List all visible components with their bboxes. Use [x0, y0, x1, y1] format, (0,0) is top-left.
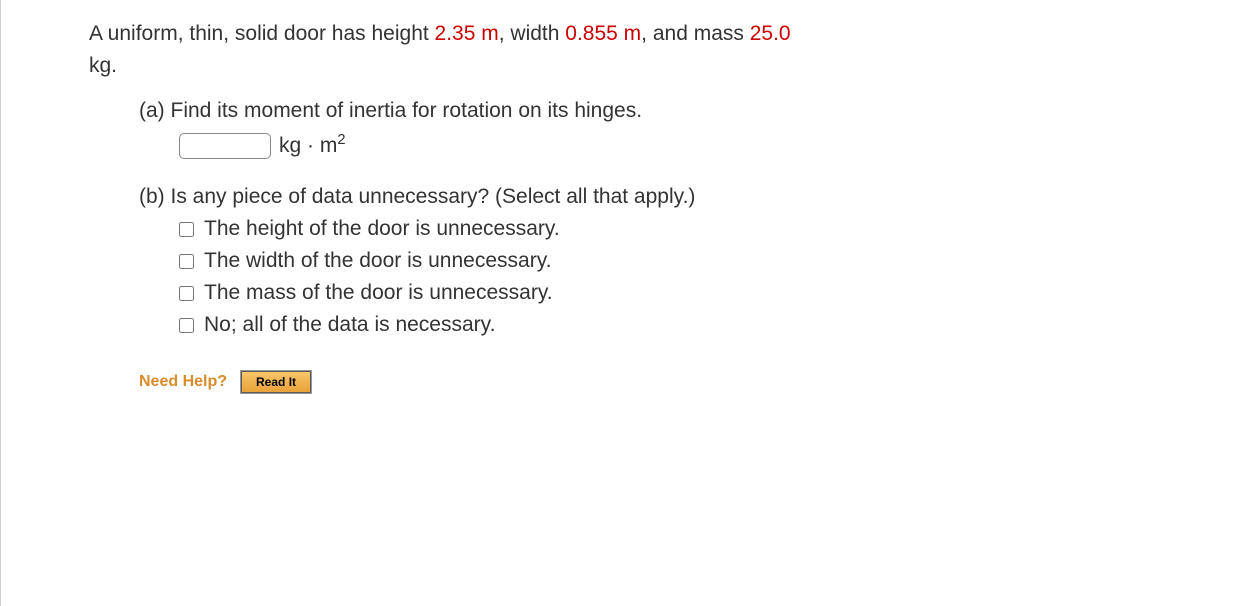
stem-text-2: , width	[499, 22, 566, 45]
part-a-unit: kg · m2	[279, 134, 346, 158]
option-label: No; all of the data is necessary.	[204, 313, 495, 337]
option-checkbox-none[interactable]	[179, 318, 194, 333]
option-row: The height of the door is unnecessary.	[175, 217, 1212, 241]
part-b-options: The height of the door is unnecessary. T…	[139, 217, 1212, 337]
option-checkbox-height[interactable]	[179, 222, 194, 237]
help-row: Need Help? Read It	[31, 371, 1212, 393]
stem-text-1: A uniform, thin, solid door has height	[89, 22, 435, 45]
part-a: (a) Find its moment of inertia for rotat…	[31, 99, 1212, 159]
option-checkbox-mass[interactable]	[179, 286, 194, 301]
option-row: The mass of the door is unnecessary.	[175, 281, 1212, 305]
option-label: The height of the door is unnecessary.	[204, 217, 560, 241]
part-a-answer-line: kg · m2	[139, 133, 1212, 159]
read-it-button[interactable]: Read It	[241, 371, 311, 393]
part-b-text: Is any piece of data unnecessary? (Selec…	[171, 185, 696, 208]
part-a-text: Find its moment of inertia for rotation …	[171, 99, 643, 122]
option-checkbox-width[interactable]	[179, 254, 194, 269]
option-label: The mass of the door is unnecessary.	[204, 281, 553, 305]
option-row: The width of the door is unnecessary.	[175, 249, 1212, 273]
option-row: No; all of the data is necessary.	[175, 313, 1212, 337]
stem-value-height: 2.35 m	[435, 22, 499, 45]
stem-value-width: 0.855 m	[565, 22, 641, 45]
stem-text-4: kg.	[89, 54, 117, 77]
part-b: (b) Is any piece of data unnecessary? (S…	[31, 185, 1212, 337]
question-stem: A uniform, thin, solid door has height 2…	[31, 18, 1212, 81]
question-container: A uniform, thin, solid door has height 2…	[0, 0, 1242, 606]
unit-exponent: 2	[337, 132, 345, 148]
part-a-label: (a)	[139, 99, 171, 122]
unit-prefix: kg · m	[279, 134, 337, 157]
need-help-label: Need Help?	[139, 373, 227, 391]
stem-text-3: , and mass	[641, 22, 750, 45]
moment-of-inertia-input[interactable]	[179, 133, 271, 159]
option-label: The width of the door is unnecessary.	[204, 249, 551, 273]
part-b-label: (b)	[139, 185, 171, 208]
stem-value-mass: 25.0	[750, 22, 791, 45]
